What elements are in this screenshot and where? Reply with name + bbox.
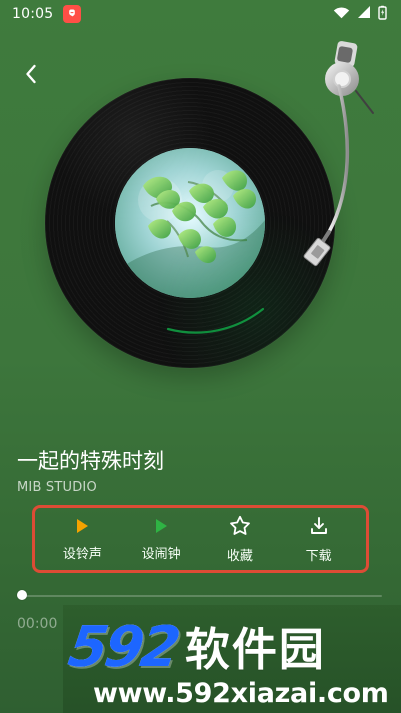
watermark-url: www.592xiazai.com (93, 678, 389, 709)
app-badge-glyph (69, 9, 76, 17)
favorite-button[interactable]: 收藏 (205, 514, 275, 564)
watermark-text: 软件园 (184, 623, 326, 676)
album-cover-art (115, 148, 265, 298)
song-actions-panel: 设铃声 设闹钟 收藏 下载 (32, 505, 369, 573)
status-time: 10:05 (12, 6, 54, 22)
elapsed-time: 00:00 (17, 616, 58, 632)
status-left: 10:05 (12, 5, 82, 23)
vinyl-record-icon (45, 78, 335, 368)
download-icon (307, 514, 331, 542)
watermark-number: 592 (64, 615, 182, 680)
seek-thumb[interactable] (17, 590, 27, 600)
back-button[interactable] (17, 62, 45, 90)
download-button[interactable]: 下载 (284, 514, 354, 564)
download-label: 下载 (305, 549, 332, 564)
song-artist: MIB STUDIO (17, 480, 97, 495)
status-bar: 10:05 (0, 0, 401, 28)
wifi-icon (333, 6, 350, 23)
watermark-logo: 592 软件园 (65, 615, 326, 680)
song-title: 一起的特殊时刻 (17, 449, 164, 473)
status-right (333, 5, 387, 24)
play-triangle-icon (151, 516, 171, 540)
battery-icon (378, 5, 387, 24)
favorite-label: 收藏 (226, 549, 253, 564)
watermark: 592 软件园 www.592xiazai.com (63, 605, 401, 713)
chevron-left-icon (23, 63, 39, 89)
playback-seekbar[interactable] (17, 590, 382, 600)
cellular-icon (357, 5, 371, 23)
album-cover (115, 148, 265, 298)
set-alarm-label: 设闹钟 (141, 547, 181, 562)
app-badge-icon (63, 5, 82, 23)
set-ringtone-button[interactable]: 设铃声 (47, 516, 117, 562)
set-ringtone-label: 设铃声 (62, 547, 102, 562)
set-alarm-button[interactable]: 设闹钟 (126, 516, 196, 562)
play-triangle-icon (72, 516, 92, 540)
seek-track[interactable] (22, 595, 382, 597)
star-icon (228, 514, 252, 542)
